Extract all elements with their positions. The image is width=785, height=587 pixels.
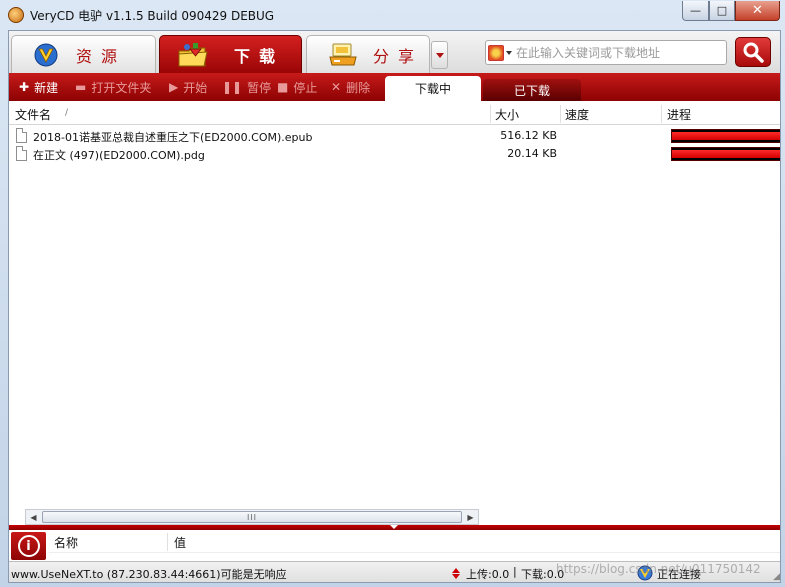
column-divider[interactable] [560,105,561,123]
file-size: 20.14 KB [507,147,557,160]
tab-download-label: 下载 [234,46,285,66]
delete-button[interactable]: ✕ 删除 [331,78,370,96]
tab-resources-label: 资源 [76,46,127,66]
search-box [485,40,727,65]
column-header-progress[interactable]: 进程 [667,106,691,123]
column-divider[interactable] [167,533,168,551]
tab-resources[interactable]: 资源 [11,35,156,73]
progress-bar [671,129,780,143]
splitter-grip-icon [390,525,398,529]
folder-download-icon [178,42,208,66]
scroll-right-icon[interactable]: ▶ [463,510,478,524]
new-button-label: 新建 [34,80,59,95]
list-header: 文件名 / 大小 速度 进程 [9,103,780,125]
details-column-value[interactable]: 值 [174,534,186,551]
horizontal-scrollbar[interactable]: ◀ III ▶ [25,509,479,525]
file-icon [16,146,27,161]
chevron-down-icon [435,52,444,58]
stop-label: 停止 [293,80,318,95]
share-drive-icon [329,43,357,65]
close-icon: ✕ [331,80,342,94]
download-toolbar: ✚ 新建 ▬ 打开文件夹 ▶ 开始 ❚❚ 暂停 ■ 停止 ✕ 删除 下载中 已下… [9,73,780,101]
close-button[interactable]: ✕ [735,1,780,21]
status-upload: 上传:0.0 [466,568,510,581]
client-area: 资源 下载 分享 在此输入关键词或下载地址 ✚ 新建 ▬ 打开文件夹 ▶ 开始 … [8,30,781,583]
tab-downloading[interactable]: 下载中 [385,76,481,101]
details-panel: i 名称 值 [9,530,780,561]
pause-icon: ❚❚ [222,80,243,94]
maximize-button[interactable]: □ [709,1,735,21]
delete-label: 删除 [346,80,371,95]
globe-v-icon [34,43,58,66]
column-divider[interactable] [661,105,662,123]
pause-button[interactable]: ❚❚ 暂停 [222,78,271,96]
start-label: 开始 [183,80,208,95]
file-name: 在正文 (497)(ED2000.COM).pdg [33,149,205,162]
resize-grip-icon[interactable]: ◢ [773,572,780,582]
minimize-button[interactable]: — [682,1,709,21]
file-name: 2018-01诺基亚总裁自述重压之下(ED2000.COM).epub [33,131,313,144]
plus-icon: ✚ [19,80,30,94]
folder-icon: ▬ [75,80,87,94]
tab-share-label: 分享 [373,46,424,66]
tab-download[interactable]: 下载 [159,35,302,73]
info-button[interactable]: i [11,532,46,560]
details-column-name[interactable]: 名称 [54,534,78,551]
chevron-down-icon [506,50,512,55]
info-icon: i [17,535,40,557]
new-button[interactable]: ✚ 新建 [19,78,58,96]
status-server: www.UseNeXT.to (87.230.83.44:4661)可能是无响应 [11,568,287,581]
scroll-left-icon[interactable]: ◀ [26,510,41,524]
title-bar[interactable]: VeryCD 电驴 v1.1.5 Build 090429 DEBUG — □ … [0,0,785,30]
progress-bar [671,147,780,161]
search-input[interactable] [516,43,721,62]
sort-indicator-icon: / [65,108,69,118]
table-row[interactable]: 2018-01诺基亚总裁自述重压之下(ED2000.COM).epub 516.… [9,127,780,145]
column-header-name[interactable]: 文件名 [15,106,51,123]
open-folder-label: 打开文件夹 [91,80,152,95]
start-button[interactable]: ▶ 开始 [169,78,207,96]
watermark: https://blog.csdn.net/u011750142 [556,562,761,576]
main-nav-bar: 资源 下载 分享 [9,31,780,73]
tab-menu-dropdown[interactable] [431,41,448,69]
file-icon [16,128,27,143]
progress-fill [672,130,780,142]
download-list: 2018-01诺基亚总裁自述重压之下(ED2000.COM).epub 516.… [9,125,780,508]
status-separator: | [513,565,517,578]
stop-icon: ■ [277,80,289,94]
app-icon [8,7,24,23]
transfer-arrows-icon [449,566,463,580]
column-header-speed[interactable]: 速度 [565,106,589,123]
search-button[interactable] [735,37,771,67]
tab-share[interactable]: 分享 [306,35,430,73]
search-icon [743,42,764,63]
search-engine-selector[interactable] [488,43,516,62]
scrollbar-thumb[interactable]: III [42,511,462,523]
open-folder-button[interactable]: ▬ 打开文件夹 [75,78,151,96]
app-window: VeryCD 电驴 v1.1.5 Build 090429 DEBUG — □ … [0,0,785,587]
file-size: 516.12 KB [500,129,557,142]
verycd-logo-icon [488,44,504,61]
stop-button[interactable]: ■ 停止 [277,78,317,96]
play-icon: ▶ [169,80,179,94]
column-header-size[interactable]: 大小 [495,106,519,123]
pause-label: 暂停 [247,80,272,95]
window-title: VeryCD 电驴 v1.1.5 Build 090429 DEBUG [30,9,275,23]
progress-fill [672,148,780,160]
table-row[interactable]: 在正文 (497)(ED2000.COM).pdg 20.14 KB [9,145,780,163]
column-divider[interactable] [490,105,491,123]
tab-downloaded[interactable]: 已下载 [483,79,581,101]
divider [49,552,780,553]
